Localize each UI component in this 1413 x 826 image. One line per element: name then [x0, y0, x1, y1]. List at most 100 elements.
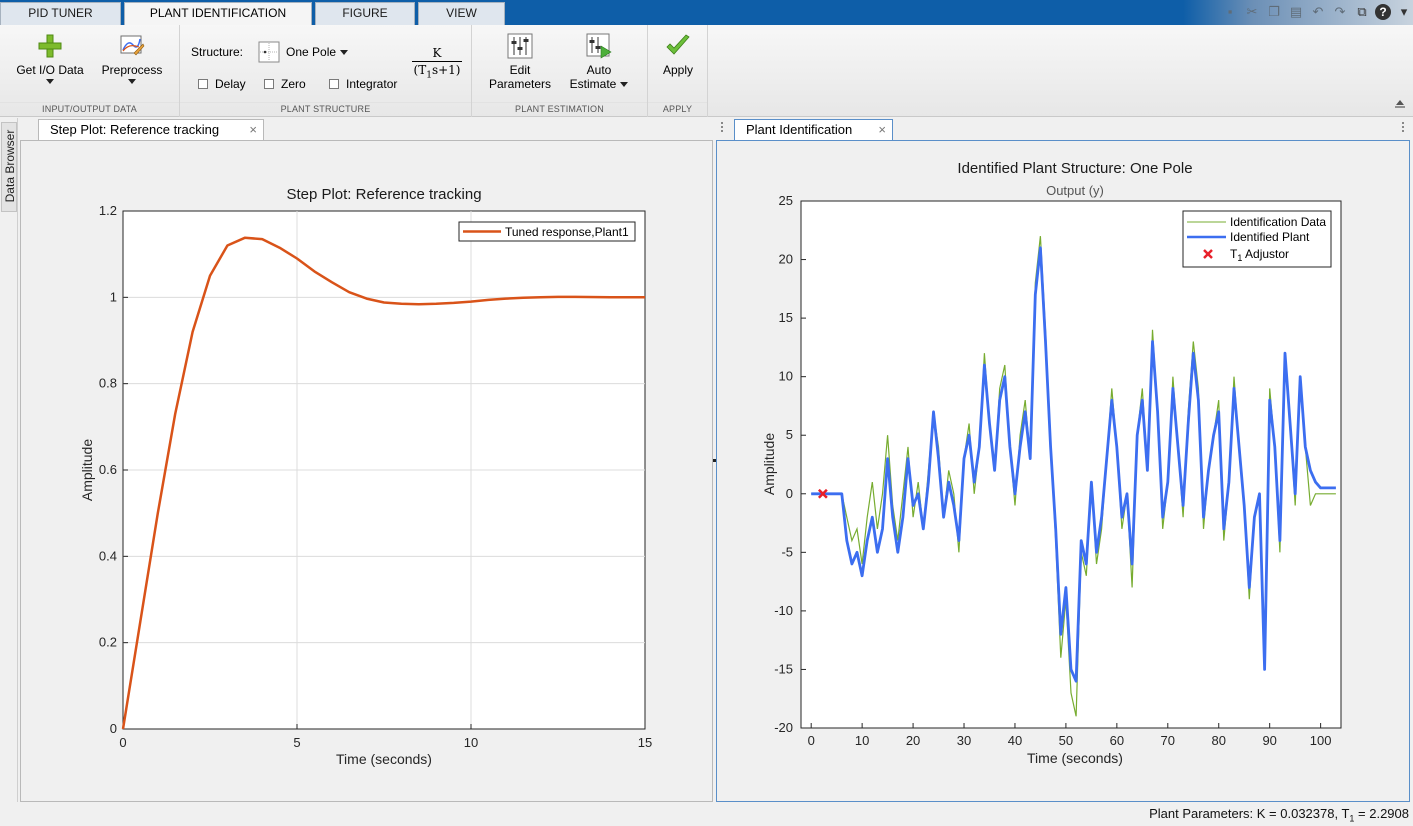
y-tick-label: -5: [781, 544, 793, 559]
x-tick-label: 60: [1110, 733, 1124, 748]
integrator-checkbox[interactable]: Integrator: [329, 77, 397, 91]
step-plot-area: Step Plot: Reference tracking 0 5 10 15 0 0.2…: [20, 140, 713, 802]
x-tick-label: 0: [119, 735, 126, 750]
chevron-down-icon: [46, 79, 54, 84]
tab-pid-tuner[interactable]: PID TUNER: [0, 2, 121, 25]
edit-parameters-button[interactable]: Edit Parameters: [482, 33, 558, 91]
chevron-down-icon: [128, 79, 136, 84]
x-tick-label: 90: [1262, 733, 1276, 748]
drag-grip-icon[interactable]: [1402, 122, 1405, 136]
doc-tab-step-plot[interactable]: Step Plot: Reference tracking ×: [38, 119, 264, 141]
y-tick-label: 0.6: [99, 462, 117, 477]
y-tick-label: 0.2: [99, 635, 117, 650]
x-tick-label: 100: [1310, 733, 1332, 748]
y-tick-label: 0: [786, 486, 793, 501]
doc-tab-plant-identification[interactable]: Plant Identification ×: [734, 119, 893, 141]
drag-grip-icon[interactable]: [721, 122, 724, 136]
checkbox-box: [198, 79, 208, 89]
chevron-down-icon: [620, 82, 629, 88]
y-tick-label: -10: [774, 603, 793, 618]
y-tick-label: 20: [779, 252, 793, 267]
save-icon[interactable]: ▪: [1223, 5, 1237, 19]
checkmark-icon: [666, 34, 690, 55]
x-tick-label: 80: [1212, 733, 1226, 748]
x-tick-label: 50: [1059, 733, 1073, 748]
tab-plant-identification[interactable]: PLANT IDENTIFICATION: [124, 2, 312, 26]
y-tick-label: 5: [786, 427, 793, 442]
chart-title: Step Plot: Reference tracking: [286, 186, 481, 203]
legend-label-data: Identification Data: [1230, 215, 1326, 229]
menu-caret-icon[interactable]: ▾: [1397, 5, 1411, 19]
preprocess-button[interactable]: Preprocess: [94, 33, 170, 84]
apply-button[interactable]: Apply: [654, 33, 702, 77]
y-tick-label: 0: [110, 721, 117, 736]
chart-title: Identified Plant Structure: One Pole: [957, 160, 1192, 177]
structure-label: Structure:: [191, 45, 244, 59]
y-tick-label: 15: [779, 310, 793, 325]
x-tick-label: 10: [464, 735, 478, 750]
x-tick-label: 10: [855, 733, 869, 748]
chart-subtitle: Output (y): [1046, 183, 1104, 198]
y-tick-label: 10: [779, 369, 793, 384]
y-tick-label: -20: [774, 720, 793, 735]
data-browser-tab[interactable]: Data Browser: [1, 122, 17, 212]
cut-icon[interactable]: ✂: [1245, 5, 1259, 19]
legend-label-plant: Identified Plant: [1230, 230, 1310, 244]
checkbox-box: [329, 79, 339, 89]
close-icon[interactable]: ×: [878, 120, 886, 140]
section-apply: Apply APPLY: [648, 25, 708, 117]
section-title: INPUT/OUTPUT DATA: [0, 102, 179, 115]
help-icon[interactable]: ?: [1375, 4, 1391, 20]
switch-windows-icon[interactable]: ⧉: [1355, 5, 1369, 19]
paste-icon[interactable]: ▤: [1289, 5, 1303, 19]
auto-estimate-icon: [586, 33, 612, 59]
x-tick-label: 15: [638, 735, 652, 750]
y-tick-label: -15: [774, 661, 793, 676]
status-bar: Plant Parameters: K = 0.032378, T1 = 2.2…: [0, 802, 1413, 826]
redo-icon[interactable]: ↷: [1333, 5, 1347, 19]
zero-checkbox[interactable]: Zero: [264, 77, 306, 91]
section-plant-estimation: Edit Parameters Auto Estimate PLANT ESTI…: [472, 25, 648, 117]
x-tick-label: 30: [957, 733, 971, 748]
step-plot-chart[interactable]: Step Plot: Reference tracking 0 5 10 15 0 0.2…: [21, 141, 712, 801]
plant-identification-document: Plant Identification × Identified Plant …: [716, 119, 1410, 802]
undo-icon[interactable]: ↶: [1311, 5, 1325, 19]
chevron-down-icon: [340, 49, 349, 55]
section-title: APPLY: [648, 102, 707, 115]
structure-dropdown[interactable]: One Pole: [258, 40, 349, 64]
checkbox-box: [264, 79, 274, 89]
y-tick-label: 1: [110, 289, 117, 304]
side-strip: Data Browser: [0, 118, 18, 808]
auto-estimate-button[interactable]: Auto Estimate: [564, 33, 634, 91]
y-tick-label: 1.2: [99, 203, 117, 218]
tf-fraction-bar: [412, 61, 462, 62]
structure-icon: [258, 41, 280, 63]
quick-access-toolbar: ▪ ✂ ❐ ▤ ↶ ↷ ⧉ ? ▾: [1183, 0, 1413, 25]
y-tick-label: 25: [779, 193, 793, 208]
y-tick-label: 0.8: [99, 376, 117, 391]
x-axis-label: Time (seconds): [336, 751, 432, 767]
collapse-toolstrip-icon[interactable]: [1395, 98, 1405, 108]
legend[interactable]: Tuned response,Plant1: [458, 221, 636, 242]
copy-icon[interactable]: ❐: [1267, 5, 1281, 19]
legend[interactable]: Identification Data Identified Plant T1 …: [1182, 210, 1332, 268]
preprocess-icon: [120, 35, 145, 56]
identification-chart[interactable]: Identified Plant Structure: One Pole Out…: [717, 141, 1409, 801]
ribbon-tab-bar: PID TUNER PLANT IDENTIFICATION FIGURE VI…: [0, 0, 1413, 26]
section-input-output-data: Get I/O Data Preprocess INPUT/OUTPUT DAT…: [0, 25, 180, 117]
close-icon[interactable]: ×: [249, 120, 257, 140]
tab-view[interactable]: VIEW: [418, 2, 505, 25]
tab-figure[interactable]: FIGURE: [315, 2, 415, 25]
plant-parameters-status: Plant Parameters: K = 0.032378, T1 = 2.2…: [1149, 806, 1409, 824]
section-plant-structure: Structure: One Pole Delay Zero Integrato…: [180, 25, 472, 117]
tf-denominator: (T1s+1): [413, 63, 461, 81]
x-axis-label: Time (seconds): [1027, 750, 1123, 766]
x-tick-label: 0: [808, 733, 815, 748]
transfer-function: K (T1s+1): [412, 46, 462, 80]
y-tick-label: 0.4: [99, 548, 117, 563]
delay-checkbox[interactable]: Delay: [198, 77, 246, 91]
toolstrip: Get I/O Data Preprocess INPUT/OUTPUT DAT…: [0, 25, 1413, 117]
legend-label: Tuned response,Plant1: [505, 225, 629, 239]
get-io-data-button[interactable]: Get I/O Data: [10, 33, 90, 84]
x-tick-label: 40: [1008, 733, 1022, 748]
